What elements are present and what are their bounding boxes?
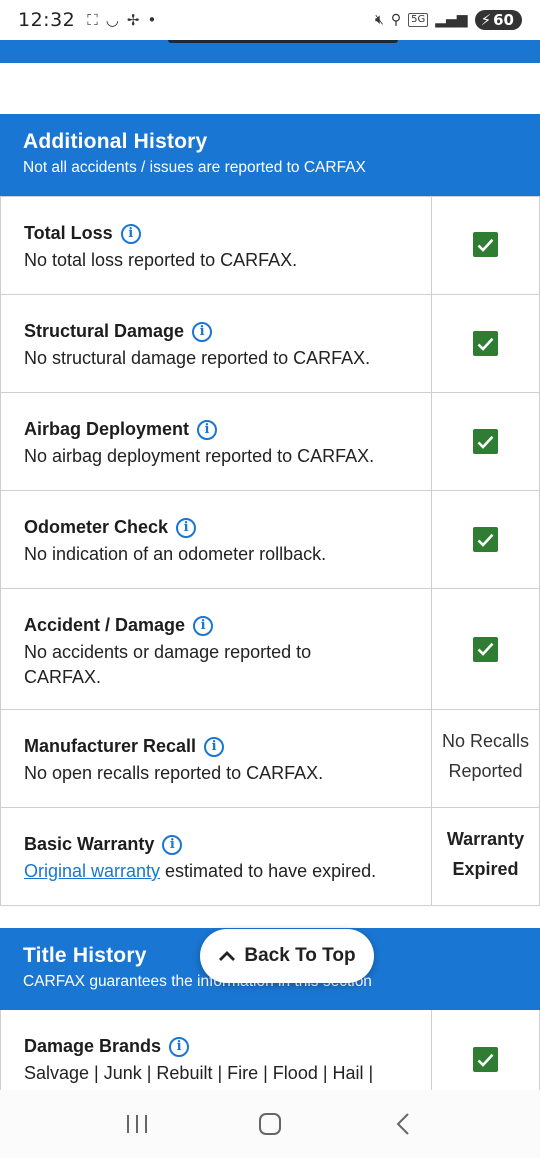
check-icon xyxy=(473,232,498,257)
table-row: Accident / Damage i No accidents or damag… xyxy=(0,589,540,710)
info-icon[interactable]: i xyxy=(176,517,197,538)
row-description: No indication of an odometer rollback. xyxy=(24,544,327,564)
row-description: No total loss reported to CARFAX. xyxy=(24,250,298,270)
check-icon xyxy=(473,1047,498,1072)
row-title: Structural Damage xyxy=(24,321,185,341)
location-icon: ⚲ xyxy=(390,12,402,28)
top-band-pill xyxy=(168,40,398,43)
status-time: 12:32 xyxy=(18,9,76,31)
row-description: No airbag deployment reported to CARFAX. xyxy=(24,446,375,466)
additional-history-header: Additional History Not all accidents / i… xyxy=(0,114,540,196)
back-button[interactable] xyxy=(383,1104,423,1144)
original-warranty-link[interactable]: Original warranty xyxy=(24,861,160,881)
info-icon[interactable]: i xyxy=(197,419,218,440)
check-icon xyxy=(473,527,498,552)
system-nav-bar xyxy=(0,1090,540,1158)
top-band xyxy=(0,40,540,63)
row-description: No accidents or damage reported to CARFA… xyxy=(24,642,312,687)
row-title: Airbag Deployment xyxy=(24,419,190,439)
status-bar: 12:32 ⛶ ◡ ✢ • 🔇︎ ⚲ 5G ▂▄▆ ⚡ 60 xyxy=(0,0,540,40)
additional-history-table: Total Loss i No total loss reported to CA… xyxy=(0,196,540,906)
dot-icon: • xyxy=(147,11,157,29)
home-button[interactable] xyxy=(250,1104,290,1144)
section-title: Additional History xyxy=(23,130,208,153)
back-icon xyxy=(396,1113,410,1135)
row-description: estimated to have expired. xyxy=(160,861,377,881)
info-icon[interactable]: i xyxy=(192,321,213,342)
network-type: 5G xyxy=(408,13,429,27)
row-title: Total Loss xyxy=(24,223,113,243)
fan-icon: ✢ xyxy=(126,11,140,29)
table-row: Airbag Deployment i No airbag deployment … xyxy=(0,393,540,491)
recall-status: No Recalls Reported xyxy=(441,730,530,781)
charging-icon: ⚡ xyxy=(480,11,492,29)
row-description: No open recalls reported to CARFAX. xyxy=(24,763,324,783)
table-row: Total Loss i No total loss reported to CA… xyxy=(0,197,540,295)
warranty-status: Warranty Expired xyxy=(446,828,525,879)
battery-indicator: ⚡ 60 xyxy=(474,10,522,30)
row-title: Accident / Damage xyxy=(24,615,186,635)
screenshot-icon: ⛶ xyxy=(87,11,98,29)
section-subtitle: Not all accidents / issues are reported … xyxy=(23,159,366,176)
table-row: Structural Damage i No structural damage … xyxy=(0,295,540,393)
row-title: Odometer Check xyxy=(24,517,169,537)
table-row: Manufacturer Recall i No open recalls rep… xyxy=(0,710,540,808)
mute-icon: 🔇︎ xyxy=(375,12,384,28)
recent-apps-button[interactable] xyxy=(117,1104,157,1144)
check-icon xyxy=(473,636,498,662)
table-row: Odometer Check i No indication of an odom… xyxy=(0,491,540,589)
info-icon[interactable]: i xyxy=(204,736,225,757)
row-title: Damage Brands xyxy=(24,1036,162,1056)
signal-icon: ▂▄▆ xyxy=(435,12,468,28)
back-to-top-button[interactable]: Back To Top xyxy=(200,929,374,983)
check-icon xyxy=(473,429,498,454)
chevron-up-icon xyxy=(219,951,236,961)
table-row: Basic Warranty i Original warranty estima… xyxy=(0,808,540,906)
info-icon[interactable]: i xyxy=(169,1036,190,1057)
home-icon xyxy=(258,1113,281,1135)
row-title: Basic Warranty xyxy=(24,834,155,854)
info-icon[interactable]: i xyxy=(162,834,183,855)
recent-apps-icon xyxy=(126,1115,147,1133)
row-description: Salvage | Junk | Rebuilt | Fire | Flood … xyxy=(24,1063,374,1083)
back-to-top-label: Back To Top xyxy=(244,945,356,966)
row-description: No structural damage reported to CARFAX. xyxy=(24,348,371,368)
check-icon xyxy=(473,331,498,356)
mirror-icon: ◡ xyxy=(105,11,119,29)
row-title: Manufacturer Recall xyxy=(24,736,197,756)
info-icon[interactable]: i xyxy=(193,615,214,636)
info-icon[interactable]: i xyxy=(120,223,141,244)
